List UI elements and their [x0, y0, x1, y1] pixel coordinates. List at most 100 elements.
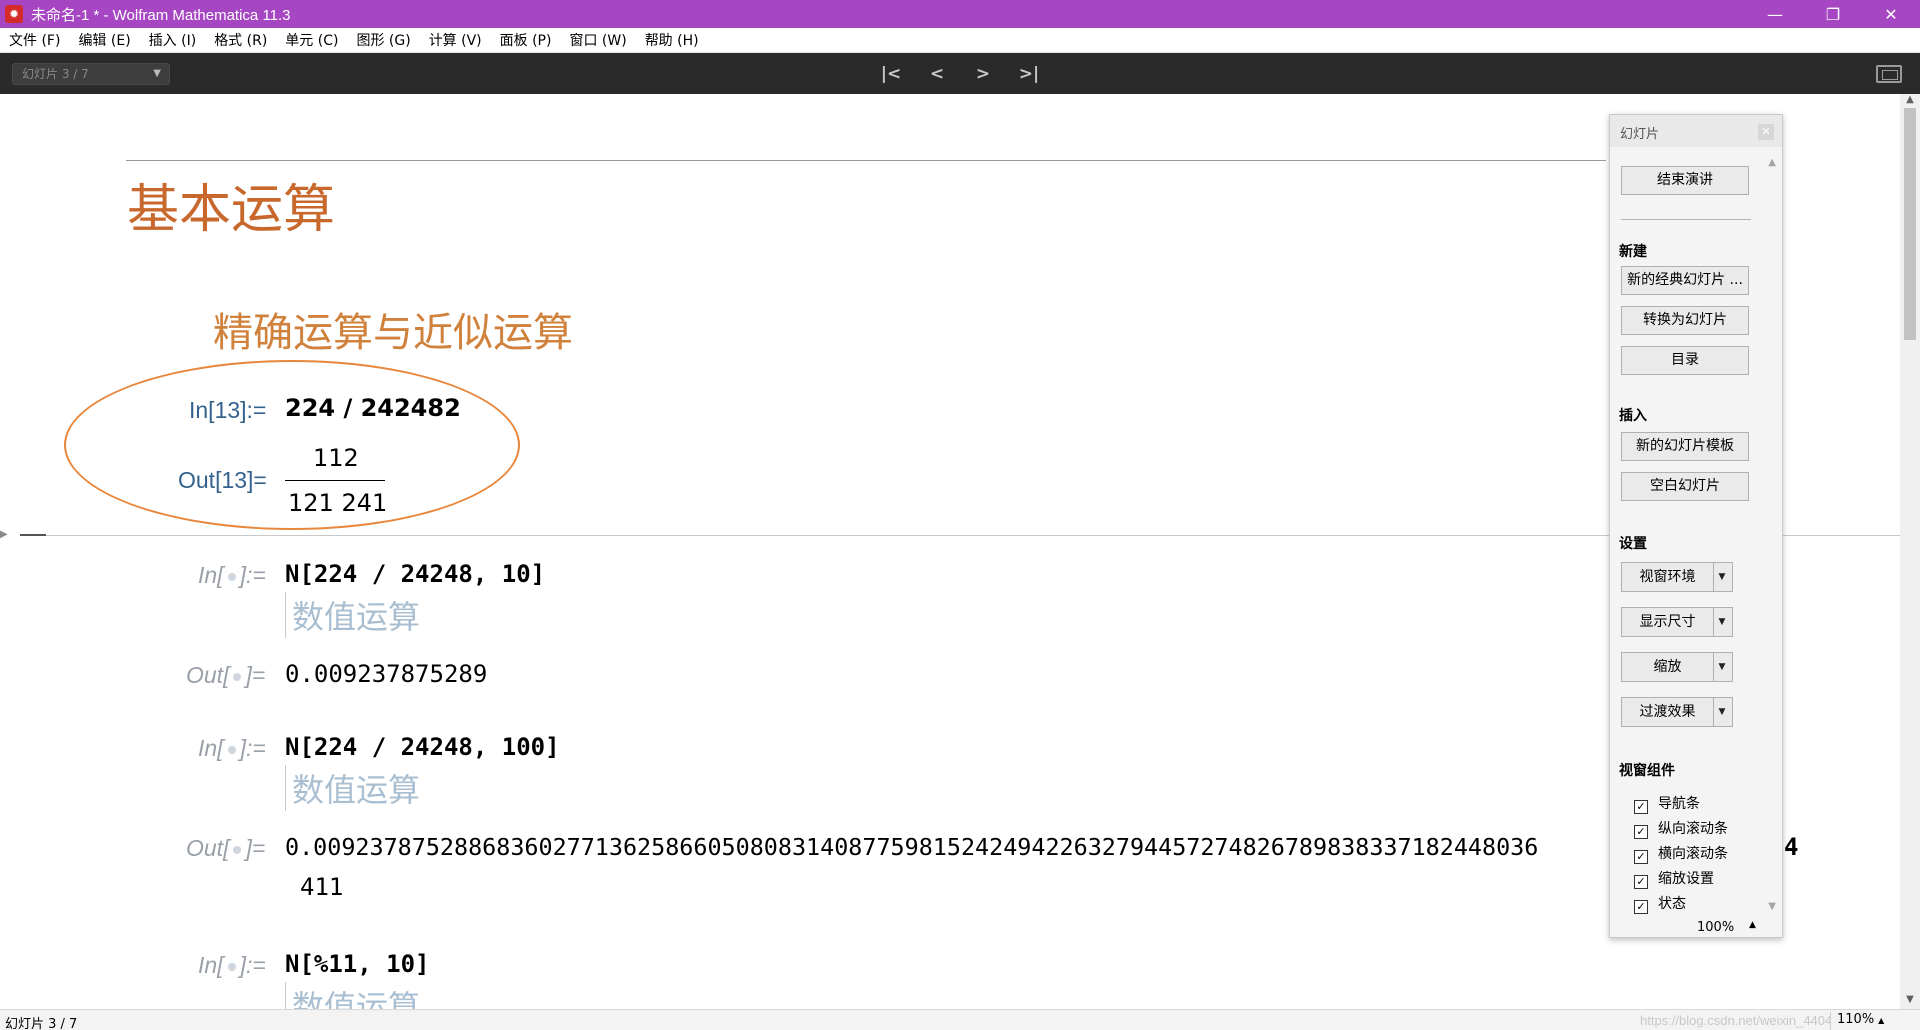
window-environment-dropdown[interactable]: 视窗环境 ▼: [1621, 562, 1733, 592]
menu-window[interactable]: 窗口 (W): [560, 30, 635, 50]
checkbox-checked-icon[interactable]: ✓: [1634, 850, 1648, 864]
checkbox-checked-icon[interactable]: ✓: [1634, 900, 1648, 914]
window-title: 未命名-1 * - Wolfram Mathematica 11.3: [31, 6, 291, 24]
in-label-13: In[13]:=: [189, 397, 267, 423]
checkbox-checked-icon[interactable]: ✓: [1634, 875, 1648, 889]
menu-insert[interactable]: 插入 (I): [140, 30, 206, 50]
mathematica-logo-icon: ✹: [5, 5, 23, 23]
section-settings-heading: 设置: [1619, 536, 1647, 552]
checkbox-label: 导航条: [1658, 796, 1700, 812]
checkbox-horizontal-scrollbar[interactable]: ✓ 横向滚动条: [1634, 843, 1728, 864]
menu-cell[interactable]: 单元 (C): [276, 30, 347, 50]
blank-slide-button[interactable]: 空白幻灯片: [1621, 472, 1749, 501]
new-slide-template-button[interactable]: 新的幻灯片模板: [1621, 432, 1749, 461]
table-of-contents-button[interactable]: 目录: [1621, 346, 1749, 375]
in-label-prefix: In[: [198, 952, 224, 978]
input-cell[interactable]: N[%11, 10]: [285, 950, 430, 978]
out-label-prefix: Out[: [186, 662, 230, 688]
zoom-dropdown[interactable]: 缩放 ▼: [1621, 652, 1733, 682]
chevron-down-icon: ▼: [1718, 572, 1726, 582]
in-label-prefix: In[: [198, 735, 224, 761]
menu-bar: 文件 (F) 编辑 (E) 插入 (I) 格式 (R) 单元 (C) 图形 (G…: [0, 28, 1920, 53]
title-bar: ✹ 未命名-1 * - Wolfram Mathematica 11.3 — ❐…: [0, 0, 1920, 28]
input-cell[interactable]: N[224 / 24248, 10]: [285, 560, 545, 588]
last-slide-button[interactable]: >|: [1016, 61, 1042, 87]
watermark: https://blog.csdn.net/weixin_44043185: [1640, 1013, 1862, 1028]
checkbox-checked-icon[interactable]: ✓: [1634, 800, 1648, 814]
slideshow-palette: 幻灯片 ✕ ▲ 结束演讲 新建 新的经典幻灯片 ... 转换为幻灯片 目录 插入…: [1609, 114, 1783, 938]
menu-help[interactable]: 帮助 (H): [636, 30, 708, 50]
first-slide-button[interactable]: |<: [878, 61, 904, 87]
title-rule: [126, 160, 1606, 161]
out-label-pending: Out[]=: [186, 662, 265, 689]
status-bar: 幻灯片 3 / 7 https://blog.csdn.net/weixin_4…: [0, 1009, 1920, 1030]
slideshow-toolbar: 幻灯片 3 / 7 ▼ |< < > >|: [0, 53, 1920, 94]
checkbox-label: 横向滚动条: [1658, 846, 1728, 862]
cell-comment[interactable]: 数值运算: [285, 982, 420, 1009]
pending-dot-icon: [227, 962, 236, 971]
palette-divider: [1621, 219, 1751, 220]
status-slide-indicator: 幻灯片 3 / 7: [5, 1017, 78, 1030]
palette-header[interactable]: 幻灯片 ✕: [1610, 115, 1782, 147]
close-icon[interactable]: ✕: [1758, 124, 1774, 140]
menu-file[interactable]: 文件 (F): [0, 30, 69, 50]
scrollbar-thumb[interactable]: [1904, 108, 1916, 340]
transition-effect-dropdown[interactable]: 过渡效果 ▼: [1621, 697, 1733, 727]
palette-zoom-level[interactable]: 100%: [1697, 920, 1734, 935]
menu-palettes[interactable]: 面板 (P): [491, 30, 561, 50]
scroll-up-icon[interactable]: ▲: [1900, 94, 1920, 105]
convert-to-slides-button[interactable]: 转换为幻灯片: [1621, 306, 1749, 335]
menu-edit[interactable]: 编辑 (E): [69, 30, 139, 50]
section-new-heading: 新建: [1619, 244, 1647, 260]
fraction-bar: [285, 480, 385, 481]
pending-dot-icon: [227, 572, 236, 581]
output-cell-line2: 411: [300, 873, 344, 901]
palette-scroll-up-icon[interactable]: ▲: [1768, 157, 1776, 168]
restore-button[interactable]: ❐: [1804, 0, 1862, 28]
checkbox-checked-icon[interactable]: ✓: [1634, 825, 1648, 839]
dropdown-label: 缩放: [1622, 653, 1714, 681]
next-slide-button[interactable]: >: [970, 61, 996, 87]
checkbox-vertical-scrollbar[interactable]: ✓ 纵向滚动条: [1634, 818, 1728, 839]
checkbox-label: 状态: [1658, 896, 1686, 912]
fraction-denominator: 121 241: [288, 489, 388, 517]
checkbox-status[interactable]: ✓ 状态: [1634, 893, 1686, 914]
menu-evaluation[interactable]: 计算 (V): [420, 30, 491, 50]
in-label-pending: In[]:=: [198, 562, 266, 589]
input-cell[interactable]: N[224 / 24248, 100]: [285, 733, 560, 761]
dropdown-label: 过渡效果: [1622, 698, 1714, 726]
cell-insertion-arrow-icon: ▶: [0, 529, 8, 540]
status-zoom-value: 110%: [1837, 1012, 1875, 1027]
cell-insertion-point[interactable]: [20, 534, 46, 536]
out-label-prefix: Out[: [186, 835, 230, 861]
status-zoom[interactable]: 110% ▲: [1830, 1012, 1888, 1030]
checkbox-label: 纵向滚动条: [1658, 821, 1728, 837]
menu-format[interactable]: 格式 (R): [205, 30, 276, 50]
menu-graphics[interactable]: 图形 (G): [347, 30, 419, 50]
previous-slide-button[interactable]: <: [924, 61, 950, 87]
in-label-suffix: ]:=: [239, 952, 266, 978]
display-size-dropdown[interactable]: 显示尺寸 ▼: [1621, 607, 1733, 637]
input-13[interactable]: 224 / 242482: [285, 394, 461, 422]
checkbox-zoom-settings[interactable]: ✓ 缩放设置: [1634, 868, 1714, 889]
chevron-up-icon[interactable]: ▲: [1749, 920, 1756, 930]
output-cell-line1: 0.00923787528868360277136258660508083140…: [285, 833, 1539, 861]
vertical-scrollbar[interactable]: ▲ ▼: [1900, 94, 1920, 1009]
checkbox-navigation-bar[interactable]: ✓ 导航条: [1634, 793, 1700, 814]
close-button[interactable]: ✕: [1862, 0, 1920, 28]
fullscreen-icon[interactable]: [1876, 65, 1902, 83]
in-label-pending: In[]:=: [198, 735, 266, 762]
cell-comment[interactable]: 数值运算: [285, 592, 420, 638]
chevron-down-icon: ▼: [153, 68, 161, 79]
new-classic-slide-button[interactable]: 新的经典幻灯片 ...: [1621, 266, 1749, 295]
minimize-button[interactable]: —: [1746, 0, 1804, 28]
out-label-suffix: ]=: [245, 835, 266, 861]
end-presentation-button[interactable]: 结束演讲: [1621, 166, 1749, 195]
cell-comment[interactable]: 数值运算: [285, 765, 420, 811]
scroll-down-icon[interactable]: ▼: [1900, 994, 1920, 1005]
in-label-pending: In[ ]:=: [198, 952, 266, 979]
section-window-elements-heading: 视窗组件: [1619, 763, 1675, 779]
palette-scroll-down-icon[interactable]: ▼: [1768, 901, 1776, 912]
palette-title: 幻灯片: [1620, 127, 1660, 142]
slide-selector[interactable]: 幻灯片 3 / 7 ▼: [12, 63, 170, 85]
